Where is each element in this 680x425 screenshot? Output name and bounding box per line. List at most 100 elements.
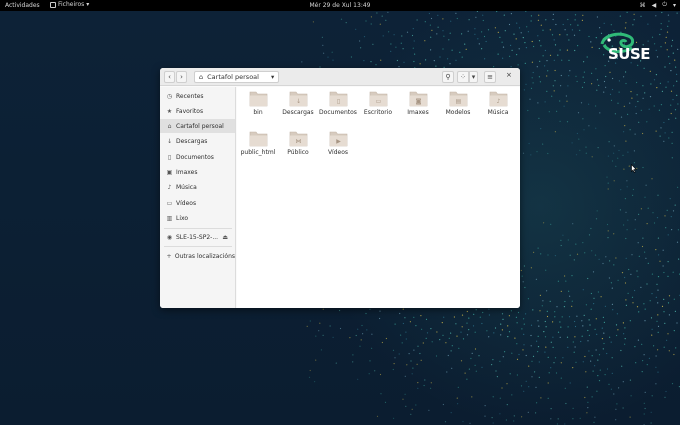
path-home-button[interactable]: ⌂ Cartafol persoal ▾ xyxy=(194,71,279,83)
video-icon: ▭ xyxy=(165,199,174,208)
chevron-left-icon: ‹ xyxy=(168,73,171,81)
sidebar-item-descargas[interactable]: ↓ Descargas xyxy=(160,134,235,148)
eject-icon[interactable]: ⏏ xyxy=(222,234,228,241)
folder-icon xyxy=(249,90,268,107)
file-item[interactable]: bin xyxy=(238,87,278,127)
file-label: Imaxes xyxy=(398,109,438,117)
file-item[interactable]: ◙ Imaxes xyxy=(398,87,438,127)
sidebar-item-label: Documentos xyxy=(176,154,214,161)
sidebar-item-label: Lixo xyxy=(176,215,188,222)
folder-desktop-icon: ▭ xyxy=(369,90,388,107)
sidebar-item-other-locations[interactable]: + Outras localizacións xyxy=(160,249,235,263)
top-bar: Actividades Ficheiros ▾ Mér 29 de Xul 13… xyxy=(0,0,680,11)
sidebar-item-label: Vídeos xyxy=(176,200,196,207)
sidebar-item-device[interactable]: ◉ SLE-15-SP2-... ⏏ xyxy=(160,230,235,244)
files-app-icon xyxy=(50,2,56,8)
view-options-button[interactable]: ▾ xyxy=(469,71,478,83)
file-label: public_html xyxy=(238,149,278,157)
view-grid-button[interactable]: ⁘ xyxy=(457,71,469,83)
sidebar-item-imaxes[interactable]: ▣ Imaxes xyxy=(160,165,235,179)
clock-area: Mér 29 de Xul 13:49 xyxy=(0,2,680,9)
network-icon: ⌘ xyxy=(640,2,646,9)
sidebar-separator xyxy=(164,246,232,247)
sidebar: ◷ Recentes ★ Favoritos ⌂ Cartafol persoa… xyxy=(160,87,236,308)
power-icon: ⏻ xyxy=(662,1,667,9)
sidebar-item-label: Favoritos xyxy=(176,108,203,115)
plus-icon: + xyxy=(165,252,173,261)
trash-icon: ▥ xyxy=(165,214,174,223)
sidebar-item-label: Descargas xyxy=(176,138,207,145)
sidebar-item-home[interactable]: ⌂ Cartafol persoal xyxy=(160,119,235,133)
svg-text:⋈: ⋈ xyxy=(295,138,301,145)
sidebar-item-label: Recentes xyxy=(176,93,204,100)
back-button[interactable]: ‹ xyxy=(164,71,175,83)
folder-music-icon: ♪ xyxy=(489,90,508,107)
folder-share-icon: ⋈ xyxy=(289,130,308,147)
sidebar-item-label: SLE-15-SP2-... xyxy=(176,234,218,241)
file-label: Vídeos xyxy=(318,149,358,157)
hamburger-icon: ≡ xyxy=(487,73,493,81)
search-icon: ⚲ xyxy=(445,73,450,81)
chevron-down-icon: ▾ xyxy=(86,1,89,8)
chevron-down-icon: ▾ xyxy=(472,73,476,81)
chevron-right-icon: › xyxy=(180,73,183,81)
grid-icon: ⁘ xyxy=(460,73,466,81)
sidebar-item-label: Imaxes xyxy=(176,169,197,176)
files-window: ‹ › ⌂ Cartafol persoal ▾ ⚲ ⁘ ▾ ≡ × ◷ Rec… xyxy=(160,68,520,308)
file-item[interactable]: ↓ Descargas xyxy=(278,87,318,127)
app-menu-label: Ficheiros xyxy=(58,1,84,8)
volume-icon: ◀ xyxy=(652,2,657,9)
svg-text:▶: ▶ xyxy=(336,138,341,145)
forward-button[interactable]: › xyxy=(176,71,187,83)
home-icon: ⌂ xyxy=(199,73,203,81)
suse-logo-text: SUSE xyxy=(608,45,650,63)
folder-icon xyxy=(249,130,268,147)
sidebar-item-recentes[interactable]: ◷ Recentes xyxy=(160,89,235,103)
chevron-down-icon: ▾ xyxy=(673,2,676,9)
file-label: Música xyxy=(478,109,518,117)
folder-download-icon: ↓ xyxy=(289,90,308,107)
mouse-pointer-icon xyxy=(631,164,637,173)
search-button[interactable]: ⚲ xyxy=(442,71,454,83)
sidebar-item-videos[interactable]: ▭ Vídeos xyxy=(160,196,235,210)
star-icon: ★ xyxy=(165,107,174,116)
file-label: Público xyxy=(278,149,318,157)
sidebar-item-label: Outras localizacións xyxy=(175,253,235,260)
svg-text:▤: ▤ xyxy=(455,98,461,105)
sidebar-item-favoritos[interactable]: ★ Favoritos xyxy=(160,104,235,118)
folder-video-icon: ▶ xyxy=(329,130,348,147)
close-button[interactable]: × xyxy=(506,71,512,79)
music-icon: ♪ xyxy=(165,183,174,192)
file-label: bin xyxy=(238,109,278,117)
svg-text:▭: ▭ xyxy=(375,98,381,105)
sidebar-item-musica[interactable]: ♪ Música xyxy=(160,180,235,194)
sidebar-item-lixo[interactable]: ▥ Lixo xyxy=(160,211,235,225)
download-icon: ↓ xyxy=(165,137,174,146)
file-label: Escritorio xyxy=(358,109,398,117)
file-item[interactable]: ♪ Música xyxy=(478,87,518,127)
svg-text:↓: ↓ xyxy=(295,98,300,105)
activities-button[interactable]: Actividades xyxy=(5,2,40,9)
sidebar-separator xyxy=(164,228,232,229)
clock[interactable]: Mér 29 de Xul 13:49 xyxy=(310,2,371,9)
file-label: Modelos xyxy=(438,109,478,117)
svg-text:♪: ♪ xyxy=(496,98,500,105)
svg-text:◙: ◙ xyxy=(415,98,421,105)
file-label: Descargas xyxy=(278,109,318,117)
sidebar-item-documentos[interactable]: ▯ Documentos xyxy=(160,150,235,164)
file-item[interactable]: ⋈ Público xyxy=(278,127,318,167)
folder-document-icon: ▯ xyxy=(329,90,348,107)
file-item[interactable]: ▭ Escritorio xyxy=(358,87,398,127)
path-label: Cartafol persoal xyxy=(207,73,259,81)
file-item[interactable]: ▶ Vídeos xyxy=(318,127,358,167)
menu-button[interactable]: ≡ xyxy=(484,71,496,83)
file-item[interactable]: ▯ Documentos xyxy=(318,87,358,127)
system-menu[interactable]: ⌘ ◀ ⏻ ▾ xyxy=(640,1,676,9)
path-bar: ⌂ Cartafol persoal ▾ xyxy=(194,71,428,83)
chevron-down-icon: ▾ xyxy=(271,73,274,81)
document-icon: ▯ xyxy=(165,153,174,162)
file-item[interactable]: public_html xyxy=(238,127,278,167)
disc-icon: ◉ xyxy=(165,233,174,242)
app-menu[interactable]: Ficheiros ▾ xyxy=(50,1,89,8)
file-item[interactable]: ▤ Modelos xyxy=(438,87,478,127)
